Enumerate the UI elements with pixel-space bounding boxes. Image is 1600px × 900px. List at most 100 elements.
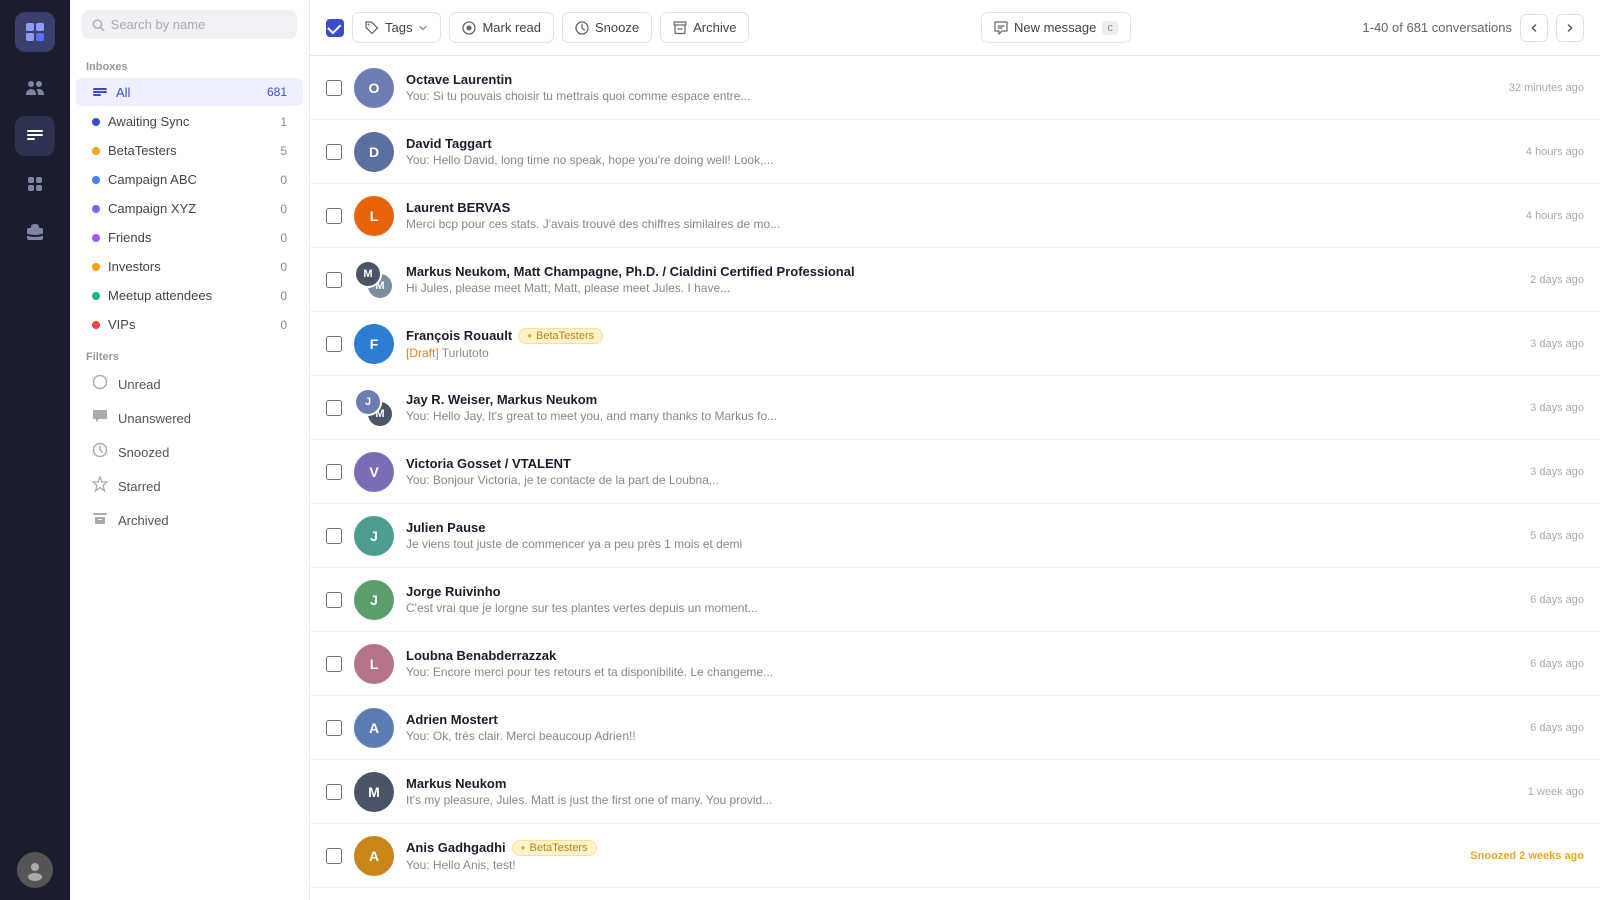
row-checkbox[interactable] [326, 720, 342, 736]
contact-name: David Taggart [406, 136, 1514, 151]
row-checkbox[interactable] [326, 848, 342, 864]
conversation-row[interactable]: S Selja Savliya Dear Jules Marcaigne, I … [310, 888, 1600, 900]
message-preview: You: Hello Jay, It's great to meet you, … [406, 409, 1518, 423]
conversation-row[interactable]: O Octave Laurentin You: Si tu pouvais ch… [310, 56, 1600, 120]
search-input[interactable] [111, 17, 287, 32]
beta-testers-label: BetaTesters [108, 143, 272, 158]
meetup-count: 0 [280, 289, 287, 303]
conversation-row[interactable]: J Jorge Ruivinho C'est vrai que je lorgn… [310, 568, 1600, 632]
nav-table-icon[interactable] [15, 164, 55, 204]
conversation-row[interactable]: L Loubna Benabderrazzak You: Encore merc… [310, 632, 1600, 696]
conversation-list: O Octave Laurentin You: Si tu pouvais ch… [310, 56, 1600, 900]
snooze-button[interactable]: Snooze [562, 12, 652, 43]
snooze-icon [575, 21, 589, 35]
message-time: 2 days ago [1530, 274, 1584, 286]
row-checkbox[interactable] [326, 80, 342, 96]
message-preview: You: Bonjour Victoria, je te contacte de… [406, 473, 1518, 487]
row-checkbox[interactable] [326, 400, 342, 416]
search-box[interactable] [82, 10, 297, 39]
sidebar-item-friends[interactable]: Friends 0 [76, 224, 303, 251]
row-checkbox[interactable] [326, 144, 342, 160]
row-checkbox[interactable] [326, 528, 342, 544]
row-checkbox[interactable] [326, 208, 342, 224]
campaign-abc-count: 0 [280, 173, 287, 187]
investors-dot [92, 263, 100, 271]
sidebar-item-beta-testers[interactable]: BetaTesters 5 [76, 137, 303, 164]
row-checkbox[interactable] [326, 272, 342, 288]
nav-jobs-icon[interactable] [15, 212, 55, 252]
archived-icon [92, 510, 108, 530]
filter-starred[interactable]: Starred [76, 470, 303, 502]
conversation-row[interactable]: J Julien Pause Je viens tout juste de co… [310, 504, 1600, 568]
sidebar-item-all[interactable]: All 681 [76, 78, 303, 106]
message-preview: You: Ok, très clair. Merci beaucoup Adri… [406, 729, 1518, 743]
conversation-body: Octave Laurentin You: Si tu pouvais choi… [406, 72, 1497, 103]
unanswered-icon [92, 408, 108, 428]
app-logo[interactable] [15, 12, 55, 52]
conversation-row[interactable]: A Anis Gadhgadhi BetaTesters You: Hello … [310, 824, 1600, 888]
friends-label: Friends [108, 230, 272, 245]
select-all-checkbox[interactable] [326, 19, 344, 37]
pagination-info: 1-40 of 681 conversations [1362, 14, 1584, 42]
archive-button[interactable]: Archive [660, 12, 749, 43]
conversation-body: Jay R. Weiser, Markus Neukom You: Hello … [406, 392, 1518, 423]
filter-snoozed[interactable]: Snoozed [76, 436, 303, 468]
message-time: 6 days ago [1530, 594, 1584, 606]
row-checkbox[interactable] [326, 592, 342, 608]
vips-label: VIPs [108, 317, 272, 332]
new-message-shortcut: c [1102, 21, 1118, 35]
row-checkbox[interactable] [326, 336, 342, 352]
beta-testers-tag: BetaTesters [512, 840, 597, 856]
contact-name: Jorge Ruivinho [406, 584, 1518, 599]
message-preview: Hi Jules, please meet Matt; Matt, please… [406, 281, 1518, 295]
contact-name: Laurent BERVAS [406, 200, 1514, 215]
prev-page-button[interactable] [1520, 14, 1548, 42]
new-message-button[interactable]: New message c [981, 12, 1131, 43]
sidebar-item-awaiting-sync[interactable]: Awaiting Sync 1 [76, 108, 303, 135]
filter-unanswered[interactable]: Unanswered [76, 402, 303, 434]
nav-inbox-icon[interactable] [15, 116, 55, 156]
row-checkbox[interactable] [326, 784, 342, 800]
main-content: Tags Mark read Snooze [310, 0, 1600, 900]
conversation-row[interactable]: L Laurent BERVAS Merci bcp pour ces stat… [310, 184, 1600, 248]
sidebar-item-vips[interactable]: VIPs 0 [76, 311, 303, 338]
pagination-text: 1-40 of 681 conversations [1362, 20, 1512, 35]
beta-testers-dot [92, 147, 100, 155]
conversation-body: Jorge Ruivinho C'est vrai que je lorgne … [406, 584, 1518, 615]
next-page-button[interactable] [1556, 14, 1584, 42]
contact-name: Jay R. Weiser, Markus Neukom [406, 392, 1518, 407]
conversation-row[interactable]: M M Markus Neukom, Matt Champagne, Ph.D.… [310, 248, 1600, 312]
conversation-row[interactable]: V Victoria Gosset / VTALENT You: Bonjour… [310, 440, 1600, 504]
conversation-row[interactable]: M Markus Neukom It's my pleasure, Jules.… [310, 760, 1600, 824]
filter-unread[interactable]: Unread [76, 368, 303, 400]
all-inbox-label: All [116, 85, 259, 100]
row-checkbox[interactable] [326, 464, 342, 480]
message-preview: It's my pleasure, Jules. Matt is just th… [406, 793, 1516, 807]
row-checkbox[interactable] [326, 656, 342, 672]
search-icon [92, 18, 105, 32]
mark-read-button[interactable]: Mark read [449, 12, 554, 43]
conversation-body: François Rouault BetaTesters [Draft] Tur… [406, 328, 1518, 360]
sidebar-item-meetup-attendees[interactable]: Meetup attendees 0 [76, 282, 303, 309]
tags-button[interactable]: Tags [352, 12, 441, 43]
snoozed-icon [92, 442, 108, 462]
nav-contacts-icon[interactable] [15, 68, 55, 108]
tags-chevron-icon [418, 23, 428, 33]
user-avatar[interactable] [17, 852, 53, 888]
conversation-row[interactable]: A Adrien Mostert You: Ok, très clair. Me… [310, 696, 1600, 760]
filter-archived[interactable]: Archived [76, 504, 303, 536]
conversation-row[interactable]: J M Jay R. Weiser, Markus Neukom You: He… [310, 376, 1600, 440]
conversation-row[interactable]: D David Taggart You: Hello David, long t… [310, 120, 1600, 184]
sidebar-item-campaign-abc[interactable]: Campaign ABC 0 [76, 166, 303, 193]
archived-label: Archived [118, 513, 169, 528]
meetup-label: Meetup attendees [108, 288, 272, 303]
sidebar-item-investors[interactable]: Investors 0 [76, 253, 303, 280]
contact-name: Octave Laurentin [406, 72, 1497, 87]
message-time: 1 week ago [1528, 786, 1584, 798]
tags-icon [365, 21, 379, 35]
campaign-xyz-label: Campaign XYZ [108, 201, 272, 216]
contact-avatar: M [354, 772, 394, 812]
sidebar-item-campaign-xyz[interactable]: Campaign XYZ 0 [76, 195, 303, 222]
message-time: 5 days ago [1530, 530, 1584, 542]
conversation-row[interactable]: F François Rouault BetaTesters [Draft] T… [310, 312, 1600, 376]
